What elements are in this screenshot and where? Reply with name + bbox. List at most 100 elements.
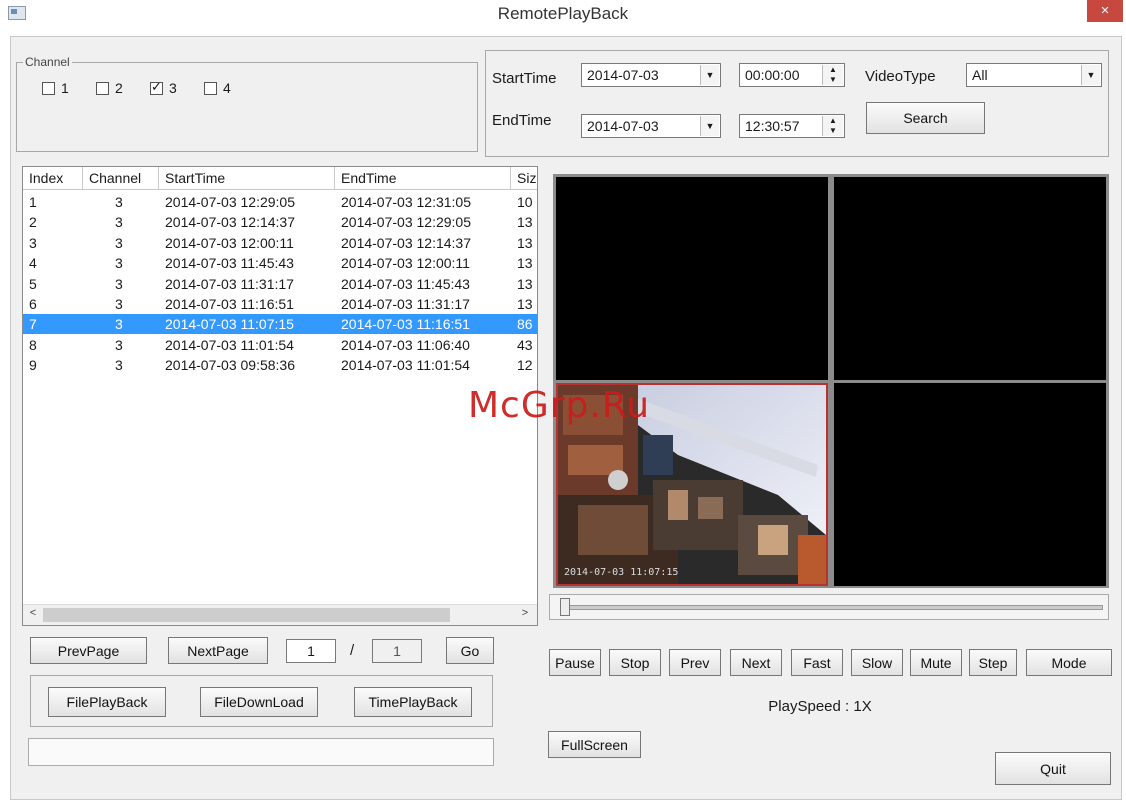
table-row[interactable]: 3 3 2014-07-03 12:00:11 2014-07-03 12:14:37… xyxy=(23,233,537,253)
table-row[interactable]: 6 3 2014-07-03 11:16:51 2014-07-03 11:31:17… xyxy=(23,294,537,314)
end-time-label: EndTime xyxy=(492,112,552,129)
slow-button[interactable]: Slow xyxy=(851,649,903,676)
channel-3-checkbox[interactable]: 3 xyxy=(150,79,177,96)
go-button[interactable]: Go xyxy=(446,637,494,664)
channel-4-checkbox[interactable]: 4 xyxy=(204,80,231,96)
next-button[interactable]: Next xyxy=(730,649,782,676)
table-row[interactable]: 8 3 2014-07-03 11:01:54 2014-07-03 11:06:40… xyxy=(23,335,537,355)
table-row[interactable]: 9 3 2014-07-03 09:58:36 2014-07-03 11:01:54… xyxy=(23,355,537,375)
checkbox-box xyxy=(42,81,55,95)
mute-button[interactable]: Mute xyxy=(910,649,962,676)
checkbox-box xyxy=(96,81,109,95)
cell-end-time: 2014-07-03 12:31:05 xyxy=(341,194,471,210)
channel-group: Channel xyxy=(16,55,478,152)
video-grid: 2014-07-03 11:07:15 xyxy=(553,174,1109,588)
cell-channel: 3 xyxy=(115,234,123,251)
scroll-left-icon[interactable]: < xyxy=(25,607,41,619)
mode-button[interactable]: Mode xyxy=(1026,649,1112,676)
cell-start-time: 2014-07-03 12:00:11 xyxy=(165,234,294,251)
cell-channel: 3 xyxy=(115,336,123,353)
column-header-channel[interactable]: Channel xyxy=(83,167,159,189)
end-date-picker[interactable]: 2014-07-03 ▼ xyxy=(581,114,721,138)
horizontal-scrollbar[interactable]: < > xyxy=(23,604,537,625)
chevron-down-icon[interactable]: ▼ xyxy=(700,116,719,136)
cell-index: 5 xyxy=(29,275,37,292)
seek-slider[interactable] xyxy=(549,594,1109,620)
scrollbar-thumb[interactable] xyxy=(43,608,450,622)
quit-button[interactable]: Quit xyxy=(995,752,1111,785)
table-row[interactable]: 4 3 2014-07-03 11:45:43 2014-07-03 12:00:11… xyxy=(23,253,537,273)
table-row[interactable]: 7 3 2014-07-03 11:07:15 2014-07-03 11:16:51… xyxy=(23,314,537,335)
cell-end-time: 2014-07-03 11:45:43 xyxy=(341,275,470,292)
seek-track[interactable] xyxy=(566,605,1103,610)
cell-channel: 3 xyxy=(115,255,123,272)
title-bar: RemotePlayBack × xyxy=(0,0,1126,30)
cell-channel: 3 xyxy=(115,296,123,312)
chevron-down-icon[interactable]: ▼ xyxy=(1081,65,1100,85)
cell-size: 86 xyxy=(517,316,533,333)
column-header-index[interactable]: Index xyxy=(23,167,83,189)
cell-end-time: 2014-07-03 11:01:54 xyxy=(341,357,470,374)
play-speed-label: PlaySpeed : 1X xyxy=(768,698,872,715)
close-button[interactable]: × xyxy=(1087,0,1123,22)
table-row[interactable]: 1 3 2014-07-03 12:29:05 2014-07-03 12:31:05… xyxy=(23,192,537,212)
checkbox-box xyxy=(204,81,217,95)
channel-2-checkbox[interactable]: 2 xyxy=(96,80,123,96)
pause-button[interactable]: Pause xyxy=(549,649,601,676)
cell-size: 13 xyxy=(517,275,533,292)
next-page-button[interactable]: NextPage xyxy=(168,637,268,664)
cell-start-time: 2014-07-03 12:29:05 xyxy=(165,194,295,210)
file-list-header: Index Channel StartTime EndTime Siz xyxy=(23,167,537,190)
time-playback-button[interactable]: TimePlayBack xyxy=(354,687,472,717)
search-button[interactable]: Search xyxy=(866,102,985,134)
cell-end-time: 2014-07-03 12:29:05 xyxy=(341,214,471,231)
prev-button[interactable]: Prev xyxy=(669,649,721,676)
start-time-label: StartTime xyxy=(492,70,557,87)
column-header-size[interactable]: Siz xyxy=(511,167,537,189)
cell-end-time: 2014-07-03 12:00:11 xyxy=(341,255,470,272)
cell-index: 2 xyxy=(29,214,37,231)
channel-1-checkbox[interactable]: 1 xyxy=(42,80,69,96)
spin-updown-icon[interactable]: ▲ ▼ xyxy=(822,116,843,136)
end-time-spinner[interactable]: 12:30:57 ▲ ▼ xyxy=(739,114,845,138)
page-number-input[interactable]: 1 xyxy=(286,639,336,663)
cell-start-time: 2014-07-03 11:31:17 xyxy=(165,275,294,292)
start-time-spinner[interactable]: 00:00:00 ▲ ▼ xyxy=(739,63,845,87)
scroll-right-icon[interactable]: > xyxy=(517,607,533,619)
page-separator: / xyxy=(350,642,355,659)
table-row[interactable]: 5 3 2014-07-03 11:31:17 2014-07-03 11:45:43… xyxy=(23,274,537,294)
video-window-2[interactable] xyxy=(834,177,1106,380)
cell-start-time: 2014-07-03 09:58:36 xyxy=(165,357,295,374)
start-date-picker[interactable]: 2014-07-03 ▼ xyxy=(581,63,721,87)
spin-updown-icon[interactable]: ▲ ▼ xyxy=(822,65,843,85)
table-row[interactable]: 2 3 2014-07-03 12:14:37 2014-07-03 12:29:05… xyxy=(23,212,537,232)
cell-end-time: 2014-07-03 12:14:37 xyxy=(341,234,471,251)
column-header-end-time[interactable]: EndTime xyxy=(335,167,511,189)
fullscreen-button[interactable]: FullScreen xyxy=(548,731,641,758)
cell-index: 9 xyxy=(29,357,37,374)
cell-channel: 3 xyxy=(115,316,123,333)
cell-index: 8 xyxy=(29,336,37,353)
cell-size: 10 xyxy=(517,194,533,210)
cell-size: 13 xyxy=(517,234,533,251)
cell-size: 43 xyxy=(517,336,533,353)
prev-page-button[interactable]: PrevPage xyxy=(30,637,147,664)
file-download-button[interactable]: FileDownLoad xyxy=(200,687,318,717)
cell-size: 12 xyxy=(517,357,533,374)
cell-channel: 3 xyxy=(115,214,123,231)
video-window-4[interactable] xyxy=(834,383,1106,586)
video-type-select[interactable]: All ▼ xyxy=(966,63,1102,87)
channel-legend: Channel xyxy=(25,55,70,69)
seek-handle[interactable] xyxy=(560,598,570,616)
chevron-down-icon[interactable]: ▼ xyxy=(700,65,719,85)
file-list[interactable]: Index Channel StartTime EndTime Siz 1 3 20… xyxy=(22,166,538,626)
stop-button[interactable]: Stop xyxy=(609,649,661,676)
cell-index: 6 xyxy=(29,296,37,312)
step-button[interactable]: Step xyxy=(969,649,1017,676)
video-window-1[interactable] xyxy=(556,177,828,380)
column-header-start-time[interactable]: StartTime xyxy=(159,167,335,189)
cell-channel: 3 xyxy=(115,357,123,374)
video-type-label: VideoType xyxy=(865,68,936,85)
file-playback-button[interactable]: FilePlayBack xyxy=(48,687,166,717)
fast-button[interactable]: Fast xyxy=(791,649,843,676)
